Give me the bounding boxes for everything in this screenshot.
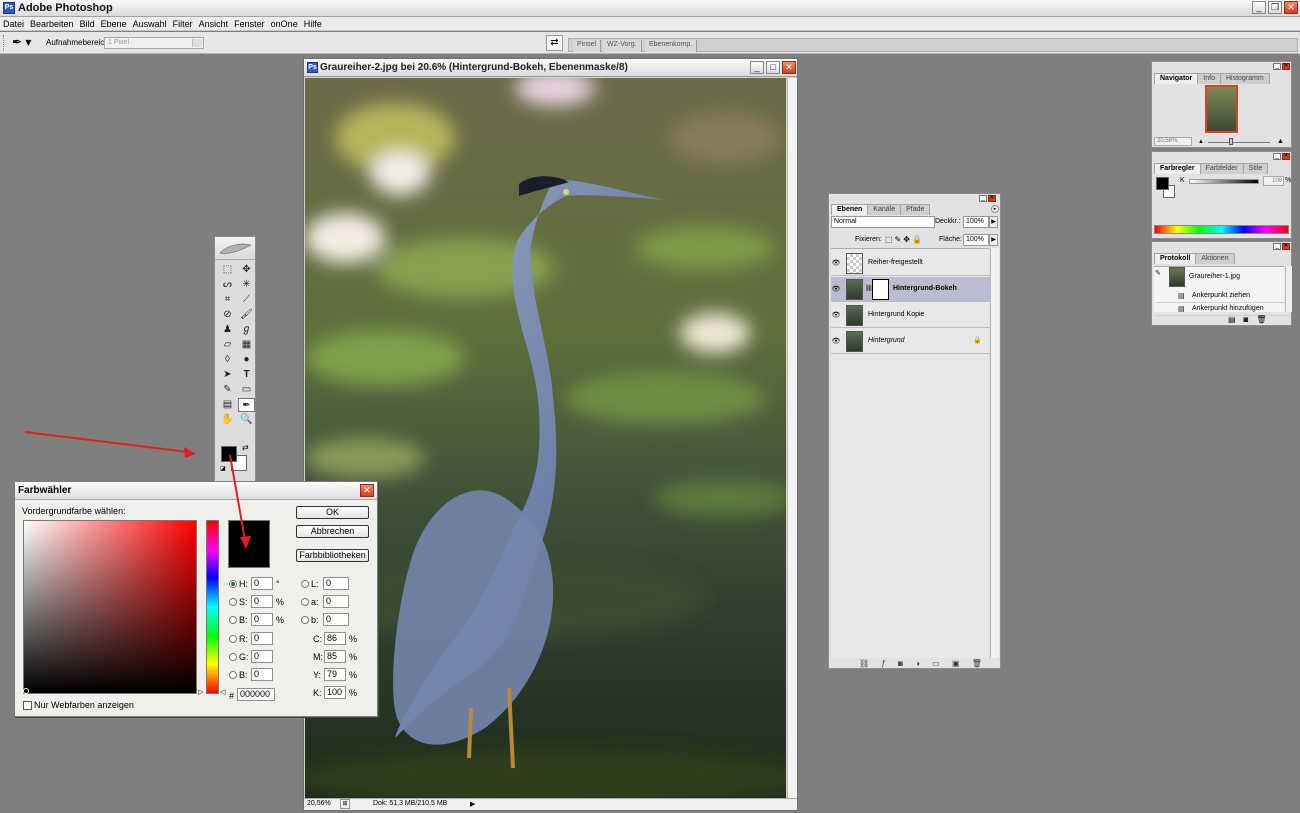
- navigator-thumbnail[interactable]: [1205, 85, 1238, 133]
- tab-paths[interactable]: Pfade: [900, 204, 931, 215]
- layer-row[interactable]: 👁 Hintergrund Kopie: [831, 303, 991, 328]
- layers-list: 👁 Reiher-freigestellt 👁 ⛓ Hintergrund-Bo…: [831, 248, 991, 658]
- zoom-out-icon[interactable]: ▲: [1198, 139, 1204, 145]
- annotation-arrowhead-1: [184, 447, 196, 458]
- color-panel-fg-swatch[interactable]: [1156, 177, 1169, 190]
- history-item-label: Ankerpunkt hinzufügen: [1192, 305, 1264, 312]
- layers-menu-icon[interactable]: ▸: [991, 205, 999, 213]
- tab-info[interactable]: Info: [1197, 73, 1221, 84]
- opacity-arrow-icon[interactable]: ▶: [989, 216, 998, 228]
- history-minimize-icon[interactable]: _: [1273, 243, 1281, 250]
- layer-name: Hintergrund Kopie: [868, 311, 925, 318]
- layer-thumbnail: [846, 331, 863, 352]
- tab-actions[interactable]: Aktionen: [1195, 253, 1235, 264]
- history-close-icon[interactable]: ✕: [1282, 243, 1290, 250]
- color-panel-close-icon[interactable]: ✕: [1282, 153, 1290, 160]
- fill-input[interactable]: 100%: [963, 234, 989, 246]
- layer-thumbnail: [846, 253, 863, 274]
- navigator-zoom-input[interactable]: 20,56%: [1154, 137, 1192, 146]
- tab-swatches[interactable]: Farbfelder: [1199, 163, 1244, 174]
- lock-label: Fixieren:: [855, 236, 882, 243]
- snapshot-name[interactable]: Graureiher-1.jpg: [1189, 273, 1240, 280]
- layer-thumbnail: [846, 305, 863, 326]
- tab-channels[interactable]: Kanäle: [867, 204, 902, 215]
- tab-layers[interactable]: Ebenen: [831, 204, 869, 215]
- tab-color[interactable]: Farbregler: [1154, 163, 1201, 174]
- layer-name: Reiher-freigestellt: [868, 259, 923, 266]
- history-brush-source-icon[interactable]: ✎: [1155, 269, 1164, 278]
- color-ramp[interactable]: [1154, 225, 1289, 234]
- history-step-icon: ▤: [1178, 306, 1185, 313]
- annotation-arrow-2: [229, 454, 246, 541]
- layer-name: Hintergrund-Bokeh: [893, 285, 957, 292]
- layers-close-icon[interactable]: ✕: [988, 195, 996, 202]
- snapshot-thumbnail: [1169, 267, 1185, 287]
- tab-history[interactable]: Protokoll: [1154, 253, 1197, 264]
- tab-navigator[interactable]: Navigator: [1154, 73, 1199, 84]
- lock-icons[interactable]: ⬚✎✥🔒: [885, 235, 924, 244]
- tab-styles[interactable]: Stile: [1242, 163, 1269, 174]
- layers-footer-icons[interactable]: ⛓ ƒ ◙ ◑ ▭ ▣ 🗑: [859, 659, 987, 668]
- k-slider[interactable]: [1189, 179, 1259, 184]
- color-panel-minimize-icon[interactable]: _: [1273, 153, 1281, 160]
- layer-row-selected[interactable]: 👁 ⛓ Hintergrund-Bokeh: [831, 277, 991, 302]
- navigator-slider-thumb[interactable]: [1229, 138, 1233, 145]
- visibility-eye-icon[interactable]: 👁: [831, 285, 841, 293]
- layer-thumbnail: [846, 279, 863, 300]
- visibility-eye-icon[interactable]: 👁: [831, 337, 841, 345]
- fill-label: Fläche:: [939, 236, 962, 243]
- layer-name: Hintergrund: [868, 337, 905, 344]
- layers-scrollbar[interactable]: [990, 248, 999, 658]
- navigator-minimize-icon[interactable]: _: [1273, 63, 1281, 70]
- layer-row[interactable]: 👁 Hintergrund 🔒: [831, 329, 991, 354]
- tab-histogram[interactable]: Histogramm: [1219, 73, 1270, 84]
- navigator-panel: _ ✕ Navigator Info Histogramm 20,56% ▲ ▲: [1151, 61, 1292, 148]
- opacity-input[interactable]: 100%: [963, 216, 989, 228]
- fill-arrow-icon[interactable]: ▶: [989, 234, 998, 246]
- layer-mask-thumbnail[interactable]: [872, 279, 889, 300]
- layers-panel: _ ✕ Ebenen Kanäle Pfade ▸ Normal Deckkr.:…: [828, 193, 1001, 669]
- history-panel: _ ✕ Protokoll Aktionen ✎ Graureiher-1.jpg…: [1151, 241, 1292, 326]
- color-panel: _ ✕ Farbregler Farbfelder Stile K 100 %: [1151, 151, 1292, 239]
- blend-mode-select[interactable]: Normal: [831, 216, 935, 228]
- k-value-input[interactable]: 100: [1263, 176, 1284, 186]
- history-footer-icons[interactable]: ▤◙🗑: [1228, 315, 1275, 324]
- navigator-zoom-slider[interactable]: [1208, 142, 1270, 143]
- history-scrollbar[interactable]: [1285, 266, 1292, 312]
- annotation-arrow-1: [24, 431, 189, 453]
- layer-row[interactable]: 👁 Reiher-freigestellt: [831, 251, 991, 276]
- opacity-label: Deckkr.:: [935, 218, 961, 225]
- history-item-label: Ankerpunkt ziehen: [1192, 292, 1250, 299]
- annotation-arrowhead-2: [240, 536, 251, 549]
- visibility-eye-icon[interactable]: 👁: [831, 311, 841, 319]
- history-item[interactable]: ▤ Ankerpunkt ziehen: [1156, 290, 1290, 303]
- history-list: ✎ Graureiher-1.jpg ▤ Ankerpunkt ziehen ▤…: [1154, 266, 1290, 316]
- layer-lock-icon: 🔒: [973, 337, 982, 344]
- annotation-arrows: [24, 431, 251, 549]
- layers-minimize-icon[interactable]: _: [979, 195, 987, 202]
- zoom-in-icon[interactable]: ▲: [1277, 138, 1284, 145]
- navigator-close-icon[interactable]: ✕: [1282, 63, 1290, 70]
- k-slider-label: K: [1180, 177, 1185, 184]
- visibility-eye-icon[interactable]: 👁: [831, 259, 841, 267]
- history-step-icon: ▤: [1178, 293, 1185, 300]
- k-unit: %: [1285, 177, 1292, 184]
